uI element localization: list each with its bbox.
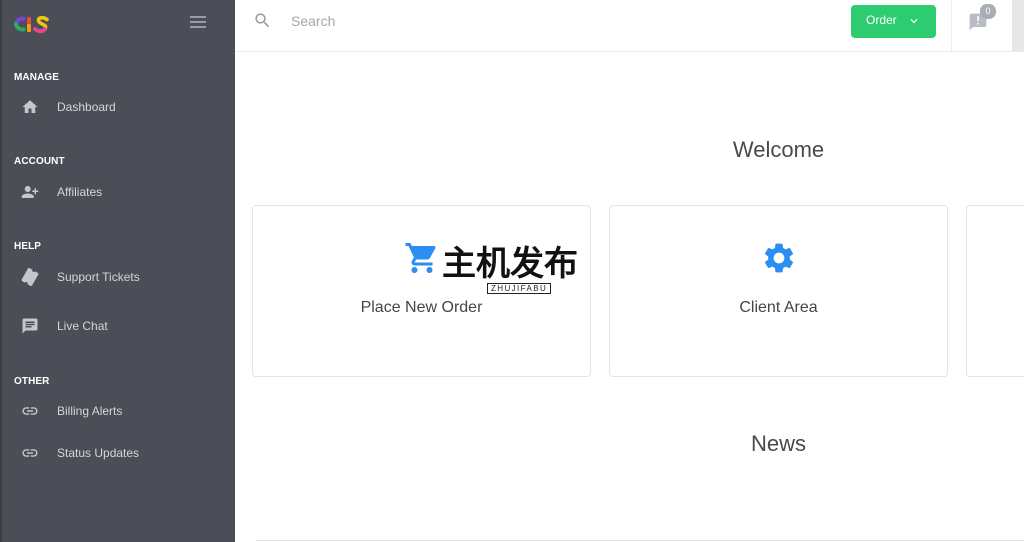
- shopping-cart-icon: [404, 240, 440, 276]
- person-add-icon: [21, 183, 39, 201]
- card-label: Client Area: [739, 299, 818, 316]
- brand-logo[interactable]: [12, 14, 54, 34]
- welcome-title: Welcome: [732, 137, 825, 162]
- sidebar-item-support-tickets[interactable]: Support Tickets: [2, 260, 235, 294]
- chat-icon: [21, 317, 39, 335]
- section-title-account: ACCOUNT: [14, 156, 65, 167]
- section-title-manage: MANAGE: [14, 72, 60, 83]
- sidebar: MANAGE Dashboard ACCOUNT Affiliates HELP…: [0, 0, 235, 542]
- section-title-help: HELP: [14, 241, 42, 252]
- link-icon: [21, 444, 39, 462]
- watermark-text: 主机发布: [442, 244, 578, 284]
- watermark-subtext: ZHUJIFABU: [487, 283, 552, 294]
- sidebar-item-label: Affiliates: [57, 185, 103, 199]
- content-container: Welcome Place New Order Client Area News: [252, 52, 1024, 542]
- sidebar-item-billing-alerts[interactable]: Billing Alerts: [2, 394, 235, 428]
- sidebar-item-status-updates[interactable]: Status Updates: [2, 436, 235, 470]
- main-content: Welcome Place New Order Client Area News: [235, 52, 1024, 542]
- notification-count-badge: 0: [980, 4, 996, 19]
- card-label: Place New Order: [360, 299, 483, 316]
- sidebar-item-label: Billing Alerts: [57, 404, 123, 418]
- gear-icon: [761, 240, 797, 276]
- section-title-other: OTHER: [14, 376, 50, 387]
- search-input[interactable]: [291, 11, 611, 31]
- ticket-icon: [21, 268, 39, 286]
- sidebar-item-live-chat[interactable]: Live Chat: [2, 309, 235, 343]
- search-icon[interactable]: [253, 11, 272, 30]
- header-divider: [951, 0, 952, 51]
- hamburger-menu-icon[interactable]: [190, 15, 206, 28]
- top-header: Order 0: [235, 0, 1024, 52]
- sidebar-item-dashboard[interactable]: Dashboard: [2, 90, 235, 124]
- news-title: News: [750, 431, 806, 456]
- order-button[interactable]: Order: [851, 5, 936, 38]
- user-menu-button[interactable]: [1012, 0, 1024, 51]
- link-icon: [21, 402, 39, 420]
- sidebar-item-label: Support Tickets: [57, 270, 140, 284]
- order-button-label: Order: [866, 13, 897, 27]
- sidebar-item-label: Dashboard: [57, 100, 116, 114]
- client-area-card[interactable]: Client Area: [609, 205, 948, 377]
- third-card[interactable]: [966, 205, 1024, 377]
- sidebar-item-label: Status Updates: [57, 446, 140, 460]
- sidebar-item-affiliates[interactable]: Affiliates: [2, 175, 235, 209]
- sidebar-item-label: Live Chat: [57, 319, 108, 333]
- chevron-down-icon: [907, 14, 921, 28]
- notifications-button[interactable]: 0: [968, 4, 998, 36]
- home-icon: [21, 98, 39, 116]
